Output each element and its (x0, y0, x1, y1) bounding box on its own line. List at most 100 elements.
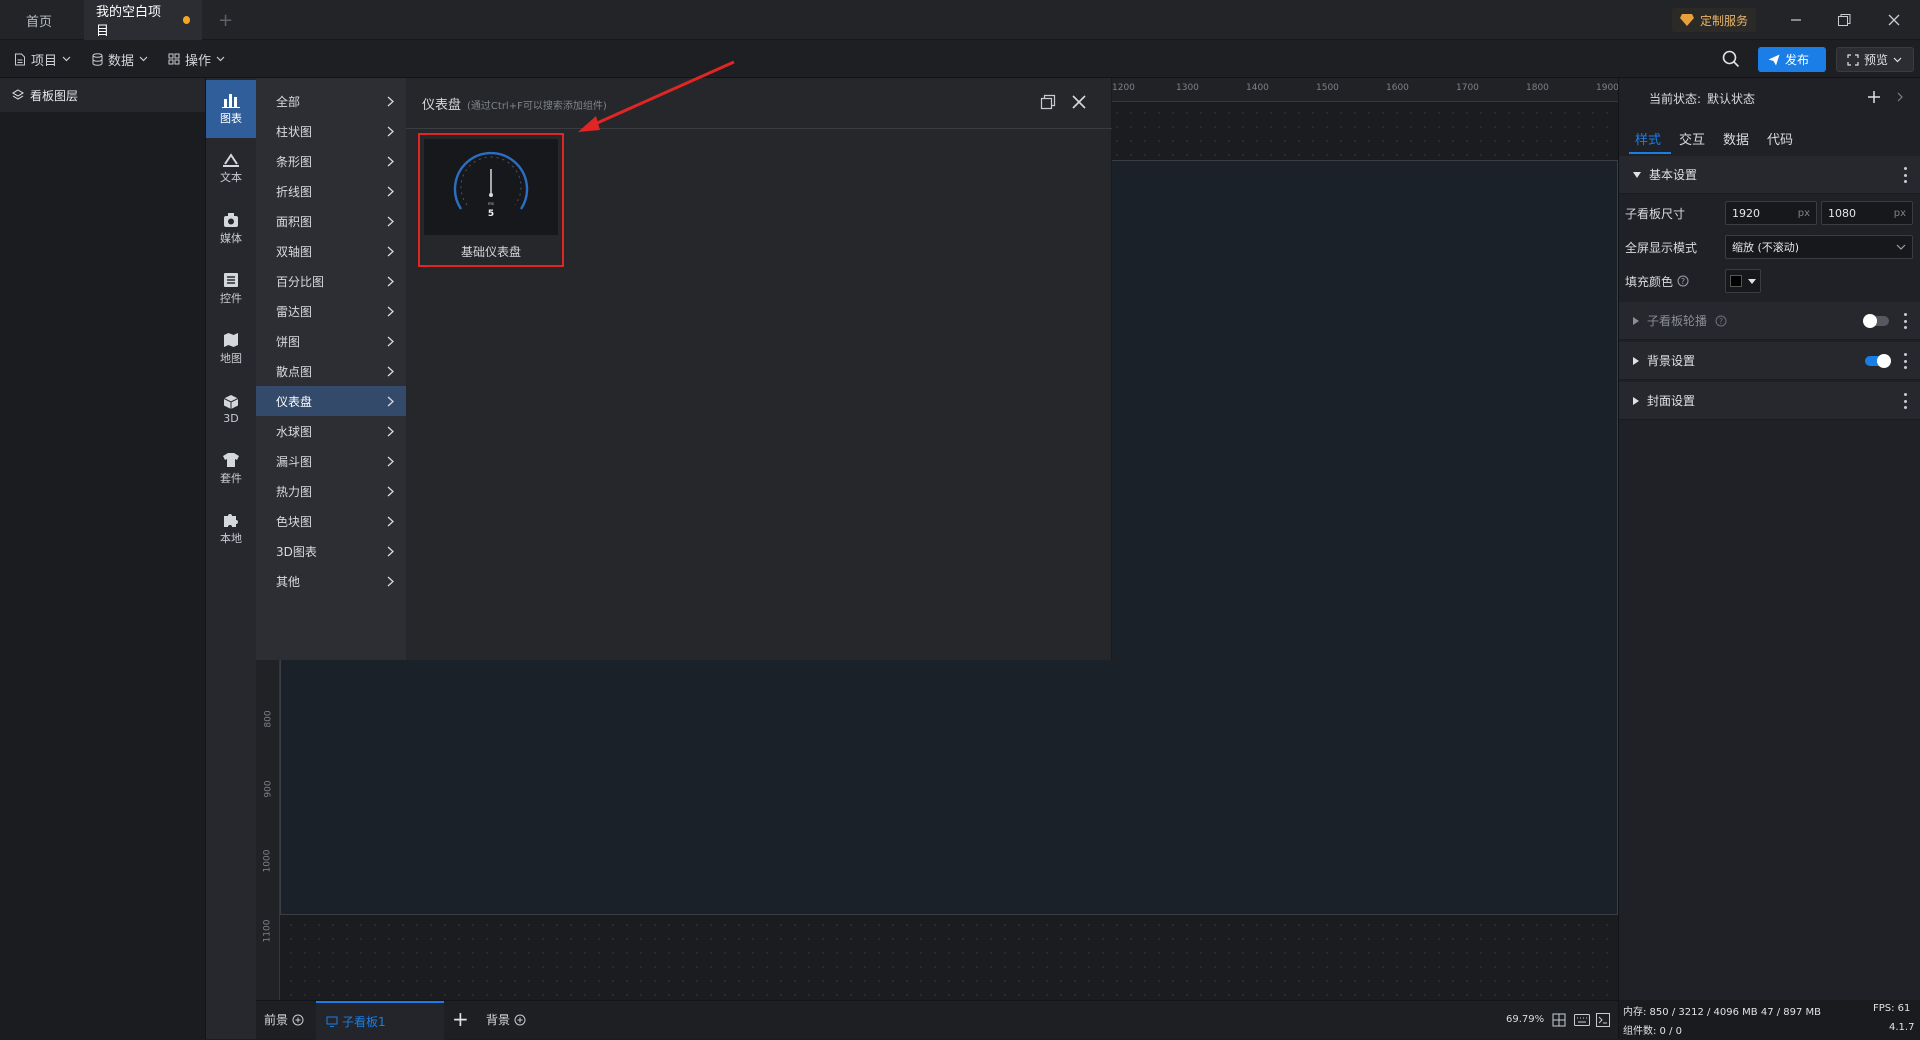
chevron-right-icon (387, 216, 394, 226)
divider (406, 128, 1112, 129)
menu-data[interactable]: 数据 (92, 40, 148, 78)
category-map[interactable]: 地图 (206, 320, 256, 378)
more-icon[interactable] (1903, 353, 1907, 369)
category-media[interactable]: 媒体 (206, 200, 256, 258)
width-input[interactable]: 1920 px (1725, 201, 1817, 225)
chart-type-item[interactable]: 折线图 (256, 176, 406, 206)
expand-button[interactable] (1897, 92, 1903, 102)
chevron-down-icon (1896, 244, 1906, 250)
add-circle-icon (514, 1014, 526, 1025)
background-layer-tab[interactable]: 背景 (486, 1011, 526, 1028)
chart-type-item[interactable]: 条形图 (256, 146, 406, 176)
chart-type-item[interactable]: 雷达图 (256, 296, 406, 326)
more-icon[interactable] (1903, 313, 1907, 329)
height-input[interactable]: 1080 px (1821, 201, 1913, 225)
chevron-right-icon (387, 456, 394, 466)
category-local[interactable]: 本地 (206, 500, 256, 558)
background-toggle[interactable] (1865, 354, 1891, 368)
ruler-tick: 1500 (1316, 83, 1339, 93)
chart-type-item[interactable]: 饼图 (256, 326, 406, 356)
close-window-button[interactable] (1882, 8, 1906, 32)
menu-operation[interactable]: 操作 (168, 40, 225, 78)
tab-project[interactable]: 我的空白项目 (84, 0, 202, 40)
chart-type-item[interactable]: 仪表盘 (256, 386, 406, 416)
category-media-label: 媒体 (220, 232, 242, 245)
add-tab-button[interactable]: + (206, 0, 245, 40)
svg-text:?: ? (1681, 277, 1685, 286)
carousel-toggle[interactable] (1863, 314, 1889, 328)
ruler-tick: 1600 (1386, 83, 1409, 93)
state-label: 当前状态: (1649, 91, 1702, 106)
more-icon[interactable] (1903, 167, 1907, 183)
chart-type-item[interactable]: 面积图 (256, 206, 406, 236)
chart-type-label: 水球图 (276, 424, 313, 439)
copy-icon (1040, 94, 1056, 110)
preview-button[interactable]: 预览 (1836, 47, 1914, 72)
foreground-layer-tab[interactable]: 前景 (264, 1011, 304, 1028)
chart-type-item[interactable]: 散点图 (256, 356, 406, 386)
state-value[interactable]: 默认状态 (1707, 90, 1755, 107)
restore-button[interactable] (1832, 8, 1856, 32)
category-chart[interactable]: 图表 (206, 80, 256, 138)
chart-type-item[interactable]: 其他 (256, 566, 406, 596)
component-card-basic-gauge[interactable]: ms 5 基础仪表盘 (418, 133, 564, 267)
tab-code[interactable]: 代码 (1767, 129, 1793, 148)
tab-home[interactable]: 首页 (14, 0, 64, 40)
category-control[interactable]: 控件 (206, 260, 256, 318)
add-state-button[interactable] (1867, 90, 1881, 104)
layers-panel-header[interactable]: 看板图层 (0, 78, 205, 112)
chart-type-item[interactable]: 水球图 (256, 416, 406, 446)
chart-type-item[interactable]: 色块图 (256, 506, 406, 536)
layers-title: 看板图层 (30, 88, 79, 103)
custom-service-button[interactable]: 定制服务 (1672, 8, 1757, 32)
chart-type-item[interactable]: 柱状图 (256, 116, 406, 146)
ruler-tick: 900 (263, 780, 274, 798)
minimize-button[interactable] (1784, 8, 1808, 32)
chevron-right-icon (387, 186, 394, 196)
fullscreen-icon (1847, 53, 1859, 66)
chart-type-label: 散点图 (276, 364, 313, 379)
category-map-label: 地图 (220, 352, 242, 365)
chart-type-item[interactable]: 热力图 (256, 476, 406, 506)
category-text[interactable]: 文本 (206, 140, 256, 198)
fit-screen-button[interactable] (1552, 1013, 1566, 1027)
menu-project[interactable]: 项目 (14, 40, 71, 78)
chart-type-item[interactable]: 双轴图 (256, 236, 406, 266)
zoom-level[interactable]: 69.79% (1506, 1014, 1544, 1025)
category-kit[interactable]: 套件 (206, 440, 256, 498)
chevron-right-icon (387, 96, 394, 106)
custom-service-label: 定制服务 (1700, 13, 1749, 28)
diamond-icon (1680, 14, 1694, 26)
grid-icon (168, 53, 180, 65)
section-basic[interactable]: 基本设置 (1619, 156, 1920, 194)
chart-type-item[interactable]: 3D图表 (256, 536, 406, 566)
close-panel-button[interactable] (1072, 95, 1086, 109)
copy-button[interactable] (1040, 94, 1056, 110)
chart-type-item[interactable]: 百分比图 (256, 266, 406, 296)
toggle-knob (1877, 354, 1891, 368)
keyboard-icon (1574, 1014, 1590, 1026)
sub-board-tab[interactable]: 子看板1 (316, 1001, 444, 1040)
more-icon[interactable] (1903, 393, 1907, 409)
console-button[interactable] (1596, 1013, 1610, 1027)
database-icon (92, 52, 103, 66)
fullscreen-value: 缩放 (不滚动) (1732, 241, 1800, 254)
keyboard-button[interactable] (1574, 1014, 1590, 1026)
chart-type-item[interactable]: 漏斗图 (256, 446, 406, 476)
color-swatch (1730, 275, 1742, 287)
properties-panel: 当前状态: 默认状态 样式 交互 数据 代码 基本设置 子看板尺寸 1920 px… (1618, 78, 1920, 1000)
category-3d[interactable]: 3D (206, 380, 256, 438)
search-button[interactable] (1722, 50, 1740, 68)
tab-interaction[interactable]: 交互 (1679, 129, 1705, 148)
tab-style[interactable]: 样式 (1635, 129, 1661, 148)
section-carousel[interactable]: 子看板轮播 ? (1619, 302, 1920, 340)
publish-button[interactable]: 发布 (1758, 47, 1826, 72)
section-background[interactable]: 背景设置 (1619, 342, 1920, 380)
tab-data[interactable]: 数据 (1723, 129, 1749, 148)
fill-color-picker[interactable] (1725, 269, 1761, 293)
fullscreen-select[interactable]: 缩放 (不滚动) (1725, 235, 1913, 259)
add-board-button[interactable]: + (452, 1007, 469, 1031)
section-cover[interactable]: 封面设置 (1619, 382, 1920, 420)
chart-type-item[interactable]: 全部 (256, 86, 406, 116)
tab-project-label: 我的空白项目 (96, 5, 162, 39)
